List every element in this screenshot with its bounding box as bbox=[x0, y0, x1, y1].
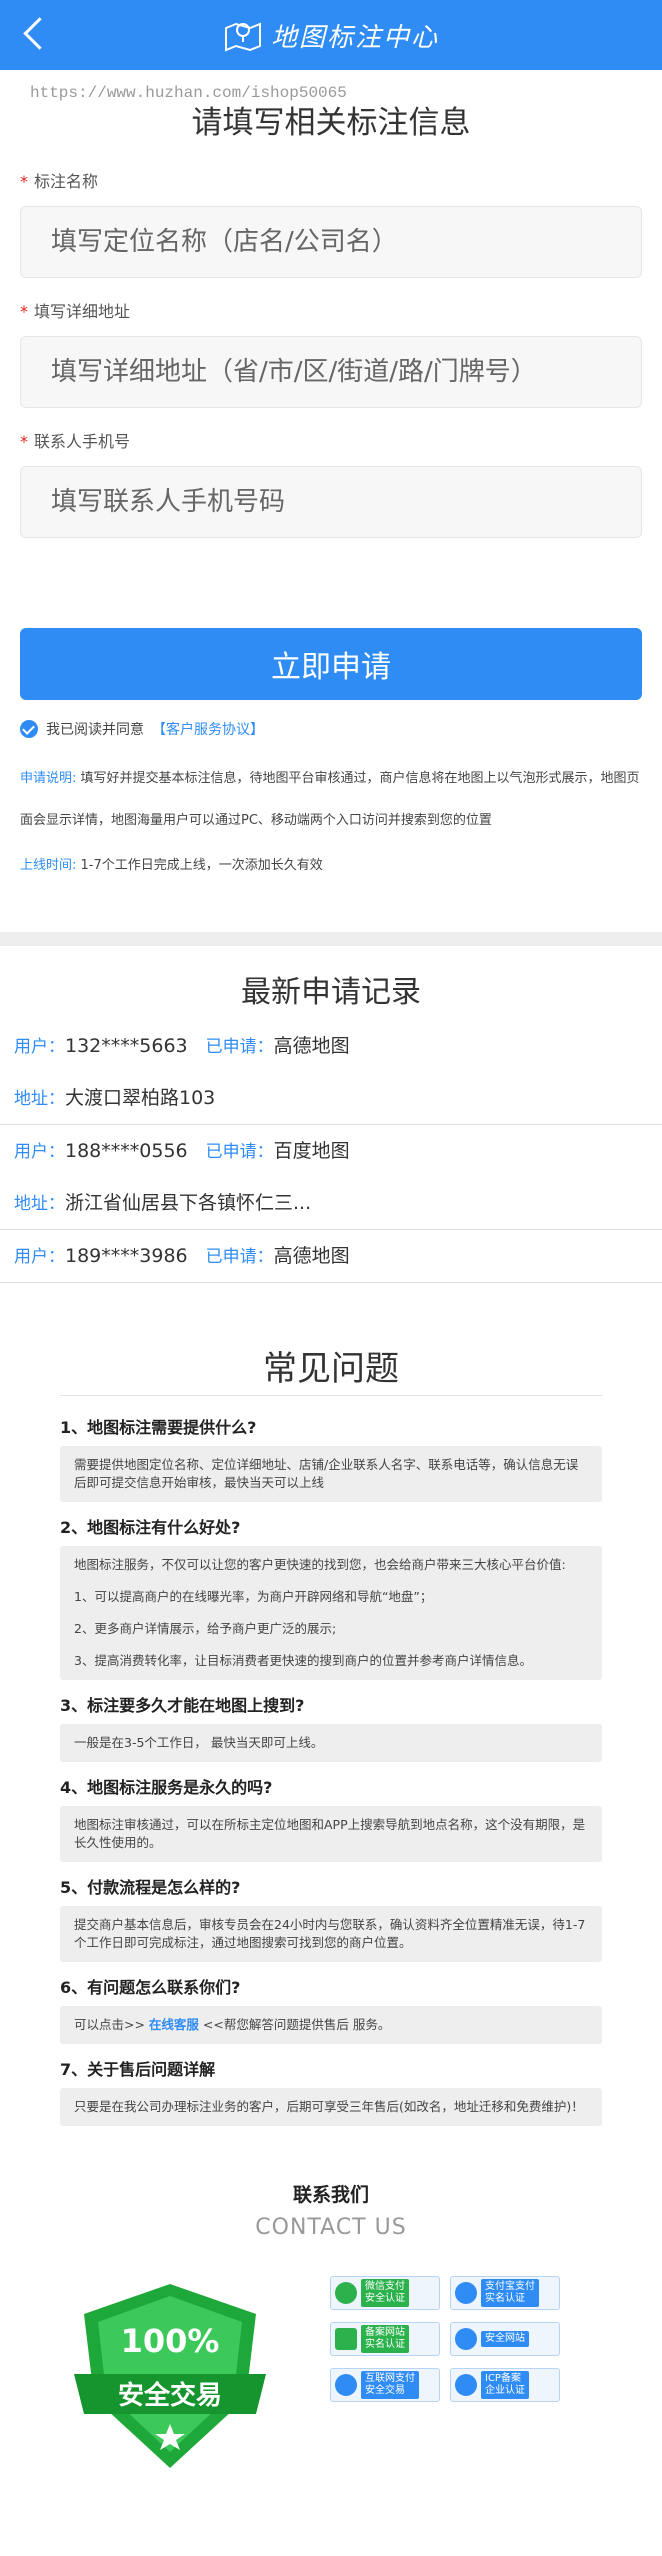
agreement-row: 我已阅读并同意 【客户服务协议】 bbox=[20, 714, 642, 744]
faq-question: 3、标注要多久才能在地图上搜到? bbox=[60, 1696, 305, 1715]
location-name-input[interactable] bbox=[20, 206, 642, 278]
shield-percent: 100% bbox=[121, 2322, 220, 2360]
agree-text: 我已阅读并同意 bbox=[46, 722, 144, 738]
submit-button[interactable]: 立即申请 bbox=[20, 628, 642, 700]
list-item: 用户：189****3986 已申请：高德地图 bbox=[0, 1230, 662, 1283]
form-title: 请填写相关标注信息 bbox=[191, 105, 471, 141]
faq-question: 2、地图标注有什么好处? bbox=[60, 1518, 241, 1537]
field-label: * 标注名称 bbox=[20, 172, 99, 191]
contact-title: 联系我们 bbox=[292, 2184, 369, 2206]
faq-answer: 可以点击>> 在线客服 <<帮您解答问题提供售后 服务。 bbox=[60, 2006, 602, 2044]
checkbox-checked-icon[interactable] bbox=[20, 720, 38, 738]
faq-answer: 一般是在3-5个工作日， 最快当天即可上线。 bbox=[60, 1724, 602, 1762]
safe-trade-shield-icon: 100% 安全交易 bbox=[74, 2284, 266, 2468]
contact-subtitle: CONTACT US bbox=[255, 2215, 407, 2240]
cert-safe-site: 安全网站 bbox=[450, 2322, 560, 2356]
faq-question: 6、有问题怎么联系你们? bbox=[60, 1978, 241, 1997]
faq-answer: 提交商户基本信息后，审核专员会在24小时内与您联系，确认资料齐全位置精准无误，待… bbox=[60, 1906, 602, 1962]
faq-question: 1、地图标注需要提供什么? bbox=[60, 1418, 257, 1437]
icp-badge-icon bbox=[455, 2374, 477, 2396]
cert-icp: ICP备案 企业认证 bbox=[450, 2368, 560, 2402]
cert-filing: 备案网站 实名认证 bbox=[330, 2322, 440, 2356]
field-phone: * 联系人手机号 bbox=[20, 430, 642, 538]
list-item: 用户：188****0556 已申请：百度地图 地址：浙江省仙居县下各镇怀仁三..… bbox=[0, 1125, 662, 1230]
trust-badges: 100% 安全交易 微信支付 安全认证 支付宝支付 实名认证 备案网站 实名认证 安全… bbox=[0, 2258, 662, 2518]
id-card-icon bbox=[335, 2328, 357, 2350]
service-agreement-link[interactable]: 【客户服务协议】 bbox=[152, 719, 264, 739]
records-list: 用户：132****5663 已申请：高德地图 地址：大渡口翠柏路103 用户：1… bbox=[0, 1020, 662, 1283]
back-button[interactable] bbox=[16, 14, 56, 54]
section-divider bbox=[0, 932, 662, 946]
faq-divider bbox=[60, 1395, 602, 1396]
map-pin-icon bbox=[224, 22, 261, 52]
records-title: 最新申请记录 bbox=[241, 975, 421, 1010]
cert-internet-pay: 互联网支付 安全交易 bbox=[330, 2368, 440, 2402]
watermark-url: https://www.huzhan.com/ishop50065 bbox=[30, 84, 347, 102]
faq-question: 4、地图标注服务是永久的吗? bbox=[60, 1778, 273, 1797]
shield-text: 安全交易 bbox=[118, 2380, 222, 2411]
online-time: 上线时间: 1-7个工作日完成上线，一次添加长久有效 bbox=[20, 858, 323, 873]
field-address: * 填写详细地址 bbox=[20, 300, 642, 408]
faq-question: 7、关于售后问题详解 bbox=[60, 2060, 216, 2079]
field-label: * 联系人手机号 bbox=[20, 432, 131, 451]
phone-input[interactable] bbox=[20, 466, 642, 538]
globe-icon bbox=[455, 2328, 477, 2350]
cert-grid: 微信支付 安全认证 支付宝支付 实名认证 备案网站 实名认证 安全网站 互联网支付 安全… bbox=[330, 2276, 560, 2402]
cert-alipay: 支付宝支付 实名认证 bbox=[450, 2276, 560, 2310]
wechat-pay-icon bbox=[335, 2282, 357, 2304]
faq-answer: 需要提供地图定位名称、定位详细地址、店铺/企业联系人名字、联系电话等，确认信息无… bbox=[60, 1446, 602, 1502]
required-star: * bbox=[20, 172, 28, 191]
list-item: 用户：132****5663 已申请：高德地图 地址：大渡口翠柏路103 bbox=[0, 1020, 662, 1125]
shield-check-icon bbox=[335, 2374, 357, 2396]
faq-list: 1、地图标注需要提供什么? 需要提供地图定位名称、定位详细地址、店铺/企业联系人… bbox=[60, 1402, 602, 2126]
field-location-name: * 标注名称 bbox=[20, 170, 642, 278]
alipay-icon bbox=[455, 2282, 477, 2304]
faq-title: 常见问题 bbox=[263, 1349, 399, 1389]
field-label: * 填写详细地址 bbox=[20, 302, 131, 321]
faq-answer: 地图标注审核通过，可以在所标主定位地图和APP上搜索导航到地点名称，这个没有期限… bbox=[60, 1806, 602, 1862]
faq-answer: 只要是在我公司办理标注业务的客户，后期可享受三年售后(如改名，地址迁移和免费维护… bbox=[60, 2088, 602, 2126]
header-title-group: 地图标注中心 bbox=[223, 17, 439, 54]
required-star: * bbox=[20, 432, 28, 451]
app-header: 地图标注中心 bbox=[0, 0, 662, 70]
address-input[interactable] bbox=[20, 336, 642, 408]
application-note: 申请说明: 填写好并提交基本标注信息，待地图平台审核通过，商户信息将在地图上以气… bbox=[20, 771, 640, 828]
online-service-link[interactable]: 在线客服 bbox=[149, 2017, 199, 2032]
faq-question: 5、付款流程是怎么样的? bbox=[60, 1878, 241, 1897]
page-title: 地图标注中心 bbox=[270, 22, 439, 53]
faq-answer: 地图标注服务，不仅可以让您的客户更快速的找到您，也会给商户带来三大核心平台价值:… bbox=[60, 1546, 602, 1680]
cert-wechat-pay: 微信支付 安全认证 bbox=[330, 2276, 440, 2310]
required-star: * bbox=[20, 302, 28, 321]
